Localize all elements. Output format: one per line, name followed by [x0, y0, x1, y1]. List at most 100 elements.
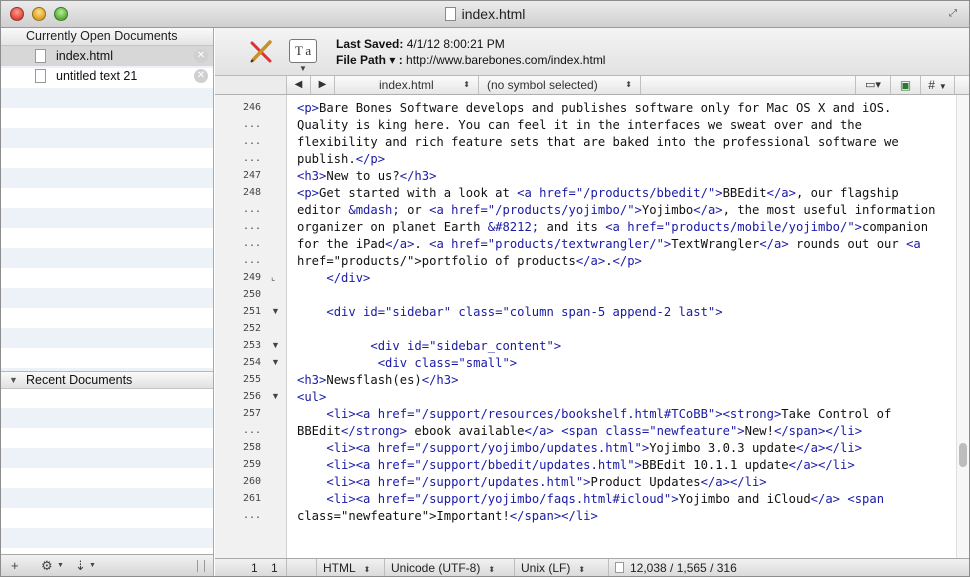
document-toolbar: T a ▼ Last Saved: 4/1/12 8:00:21 PM File… — [215, 28, 969, 76]
line-number: ... — [242, 204, 261, 215]
navbar-gutter-spacer — [215, 76, 287, 94]
line-number: ... — [242, 119, 261, 130]
line-number: ... — [242, 153, 261, 164]
line-number: 258 — [242, 442, 261, 453]
code-line[interactable]: <p>Get started with a look at <a href="/… — [297, 185, 899, 202]
code-line[interactable]: <ul> — [297, 389, 326, 406]
resize-handle-icon[interactable] — [197, 560, 205, 572]
fullscreen-icon[interactable]: ⤢ — [949, 8, 961, 20]
vertical-scrollbar[interactable] — [956, 95, 969, 558]
file-path-label[interactable]: File Path ▾ : — [336, 53, 403, 67]
code-line[interactable]: <h3>Newsflash(es)</h3> — [297, 372, 458, 389]
close-document-icon[interactable]: ✕ — [194, 69, 208, 83]
popup-arrows-icon: ⬍ — [578, 565, 586, 574]
code-line[interactable]: organizer on planet Earth &#8212; and it… — [297, 219, 928, 236]
line-number: 252 — [242, 323, 261, 334]
code-line[interactable]: class="newfeature">Important!</span></li… — [297, 508, 598, 525]
gear-icon[interactable]: ⚙ — [41, 558, 53, 574]
status-bar: 1 1 HTML ⬍ Unicode (UTF-8) ⬍ Unix (LF) ⬍ 12… — [215, 558, 969, 576]
code-line[interactable]: <li><a href="/support/resources/bookshel… — [297, 406, 891, 423]
line-number-gutter[interactable]: 246......... 247 248............ 249 ⌞ 250 251… — [215, 95, 287, 558]
code-line[interactable]: <div class="small"> — [297, 355, 517, 372]
fold-toggle-icon[interactable]: ⌞ — [271, 272, 275, 283]
text-options-caret-icon[interactable]: ▼ — [299, 64, 307, 73]
code-line[interactable]: <h3>New to us?</h3> — [297, 168, 436, 185]
recent-documents-label: Recent Documents — [26, 373, 133, 387]
symbol-menu-popup[interactable]: (no symbol selected) ⬍ — [479, 76, 641, 94]
last-saved-info: Last Saved: 4/1/12 8:00:21 PM — [336, 37, 505, 51]
code-line[interactable]: <li><a href="/support/yojimbo/faqs.html#… — [297, 491, 884, 508]
sort-menu-caret-icon[interactable]: ▼ — [89, 562, 96, 569]
code-line[interactable]: flexibility and rich feature sets that a… — [297, 134, 899, 151]
last-saved-value: 4/1/12 8:00:21 PM — [406, 37, 505, 51]
text-options-icon[interactable]: T a — [289, 39, 317, 63]
code-line[interactable]: publish.</p> — [297, 151, 385, 168]
language-popup[interactable]: HTML ⬍ — [317, 559, 385, 576]
popup-arrows-icon: ⬍ — [488, 565, 496, 574]
line-endings-popup[interactable]: Unix (LF) ⬍ — [515, 559, 609, 576]
fold-toggle-icon[interactable]: ▼ — [271, 340, 280, 350]
fold-toggle-icon[interactable]: ▼ — [271, 306, 280, 316]
line-number: 261 — [242, 493, 261, 504]
add-document-button[interactable]: + — [11, 558, 19, 573]
function-menu-label: # — [928, 78, 935, 92]
cursor-position[interactable]: 1 1 — [215, 559, 287, 576]
scrollbar-thumb[interactable] — [959, 443, 967, 467]
code-line[interactable]: <li><a href="/support/updates.html">Prod… — [297, 474, 766, 491]
line-number: 256 — [242, 391, 261, 402]
markers-menu-icon[interactable]: ▭▾ — [855, 76, 891, 94]
bbedit-window: index.html ⤢ Currently Open Documents in… — [0, 0, 970, 577]
code-line[interactable]: href="products/">portfolio of products</… — [297, 253, 642, 270]
code-line[interactable]: <p>Bare Bones Software develops and publ… — [297, 100, 891, 117]
forward-button[interactable]: ▶ — [311, 76, 335, 94]
chevron-down-icon: ▼ — [938, 82, 947, 91]
recent-documents-header[interactable]: ▼ Recent Documents — [1, 371, 213, 389]
file-menu-label: index.html — [379, 78, 434, 92]
code-line[interactable]: for the iPad</a>. <a href="products/text… — [297, 236, 921, 253]
line-number: 253 — [242, 340, 261, 351]
close-document-icon[interactable]: ✕ — [194, 49, 208, 63]
line-number: ... — [242, 425, 261, 436]
line-number: 246 — [242, 102, 261, 113]
open-document-untitled-text-21[interactable]: untitled text 21 ✕ — [1, 66, 213, 86]
popup-arrows-icon: ⬍ — [463, 80, 470, 89]
line-number: 250 — [242, 289, 261, 300]
disclosure-triangle-icon[interactable]: ▼ — [9, 372, 18, 389]
code-line[interactable]: <div id="sidebar" class="column span-5 a… — [297, 304, 722, 321]
code-line[interactable]: <li><a href="/support/bbedit/updates.htm… — [297, 457, 854, 474]
document-counts[interactable]: 12,038 / 1,565 / 316 — [609, 559, 789, 576]
file-menu-popup[interactable]: index.html ⬍ — [335, 76, 479, 94]
sort-icon[interactable]: ⇣ — [75, 558, 86, 574]
encoding-popup[interactable]: Unicode (UTF-8) ⬍ — [385, 559, 515, 576]
title-bar: index.html ⤢ — [1, 1, 969, 28]
line-number: 257 — [242, 408, 261, 419]
last-saved-label: Last Saved: — [336, 37, 404, 51]
code-line[interactable]: BBEdit</strong> ebook available</a> <spa… — [297, 423, 862, 440]
status-spacer — [287, 559, 317, 576]
documents-sidebar: Currently Open Documents index.html ✕ un… — [1, 28, 214, 576]
code-line[interactable]: editor &mdash; or <a href="/products/yoj… — [297, 202, 935, 219]
code-line[interactable]: <li><a href="/support/yojimbo/updates.ht… — [297, 440, 862, 457]
code-line[interactable]: Quality is king here. You can feel it in… — [297, 117, 862, 134]
symbol-menu-label: (no symbol selected) — [487, 78, 598, 92]
line-number: 260 — [242, 476, 261, 487]
line-number: 247 — [242, 170, 261, 181]
popup-arrows-icon: ⬍ — [363, 565, 371, 574]
gear-menu-caret-icon[interactable]: ▼ — [57, 562, 64, 569]
cursor-line: 1 — [251, 561, 258, 575]
counts-label: 12,038 / 1,565 / 316 — [630, 561, 737, 575]
code-editor[interactable]: <p>Bare Bones Software develops and publ… — [288, 95, 956, 558]
line-number: 249 — [242, 272, 261, 283]
fold-toggle-icon[interactable]: ▼ — [271, 357, 280, 367]
pencil-icon[interactable] — [247, 38, 275, 66]
code-line[interactable]: </div> — [297, 270, 370, 287]
line-number: ... — [242, 136, 261, 147]
function-menu-popup[interactable]: # ▼ — [921, 76, 955, 94]
back-button[interactable]: ◀ — [287, 76, 311, 94]
line-endings-label: Unix (LF) — [521, 561, 571, 575]
open-document-index-html[interactable]: index.html ✕ — [1, 46, 213, 66]
file-path-info[interactable]: File Path ▾ : http://www.barebones.com/i… — [336, 53, 605, 67]
code-line[interactable]: <div id="sidebar_content"> — [297, 338, 561, 355]
fold-toggle-icon[interactable]: ▼ — [271, 391, 280, 401]
document-status-icon[interactable]: ▣ — [891, 76, 921, 94]
